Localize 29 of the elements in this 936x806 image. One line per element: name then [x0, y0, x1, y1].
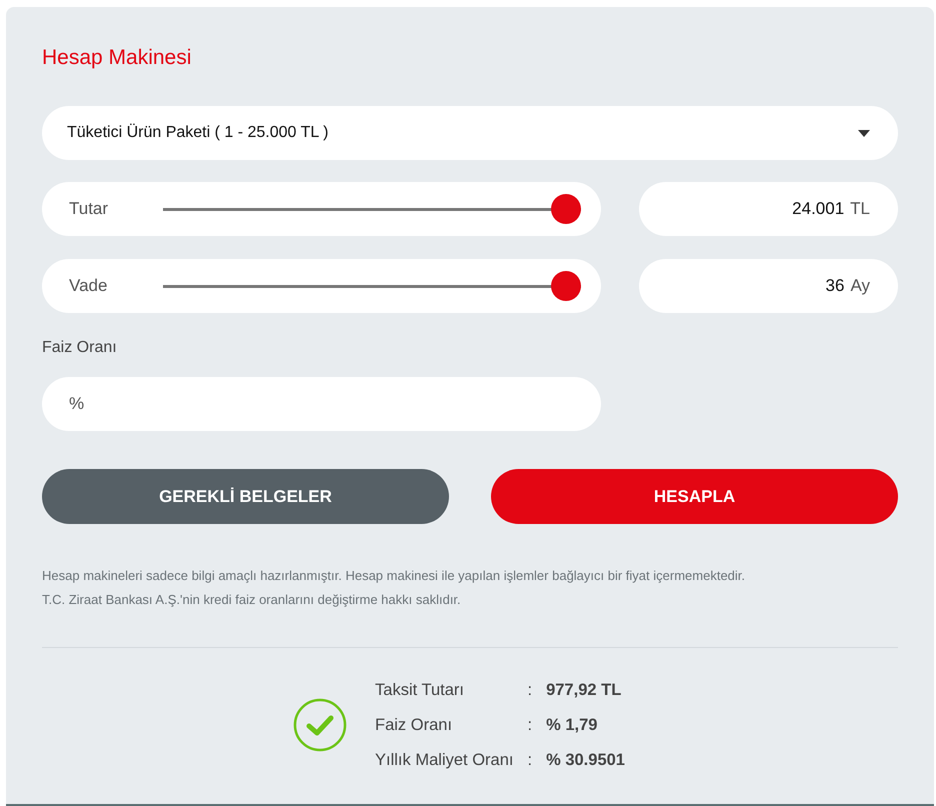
result-value: % 30.9501	[546, 750, 625, 771]
separator-text: :	[527, 680, 532, 702]
value-field[interactable]: 36 Ay	[639, 259, 898, 314]
slider-label: Tutar	[69, 198, 110, 220]
slider-thumb[interactable]	[551, 194, 581, 224]
value-text: 24.001	[792, 198, 844, 220]
disclaimer-text: Hesap makineleri sadece bilgi amaçlı hazırlanmıştır. Hesap makinesi ile yapılan işlemler bağlayıcı bir fiyat içermemektedir.	[42, 567, 746, 586]
calculate-button[interactable]: HESAPLA	[491, 469, 898, 524]
result-value: % 1,79	[546, 714, 598, 736]
field-label: Faiz Oranı	[42, 338, 118, 358]
result-label: Taksit Tutarı	[375, 680, 465, 702]
product-dropdown[interactable]: Tüketici Ürün Paketi ( 1 - 25.000 TL )	[42, 106, 898, 160]
separator-text: :	[527, 750, 532, 771]
result-value: 977,92 TL	[546, 680, 622, 702]
value-field[interactable]: 24.001 TL	[639, 182, 898, 236]
separator-text: :	[527, 714, 532, 736]
caret-icon	[858, 130, 870, 137]
disclaimer-text: T.C. Ziraat Bankası A.Ş.'nin kredi faiz oranlarını değiştirme hakkı saklıdır.	[42, 591, 462, 610]
value-text: 36	[826, 275, 844, 298]
calculator-title: Hesap Makinesi	[42, 45, 192, 70]
slider-thumb[interactable]	[551, 271, 581, 302]
result-label: Yıllık Maliyet Oranı	[375, 750, 514, 771]
result-label: Faiz Oranı	[375, 714, 454, 736]
interest-input[interactable]: %	[42, 377, 601, 432]
unit-text: TL	[850, 198, 870, 220]
documents-button[interactable]: GEREKLİ BELGELER	[42, 469, 449, 524]
check-circle-icon	[293, 698, 348, 752]
slider-label: Vade	[69, 275, 108, 298]
unit-text: Ay	[850, 275, 870, 298]
